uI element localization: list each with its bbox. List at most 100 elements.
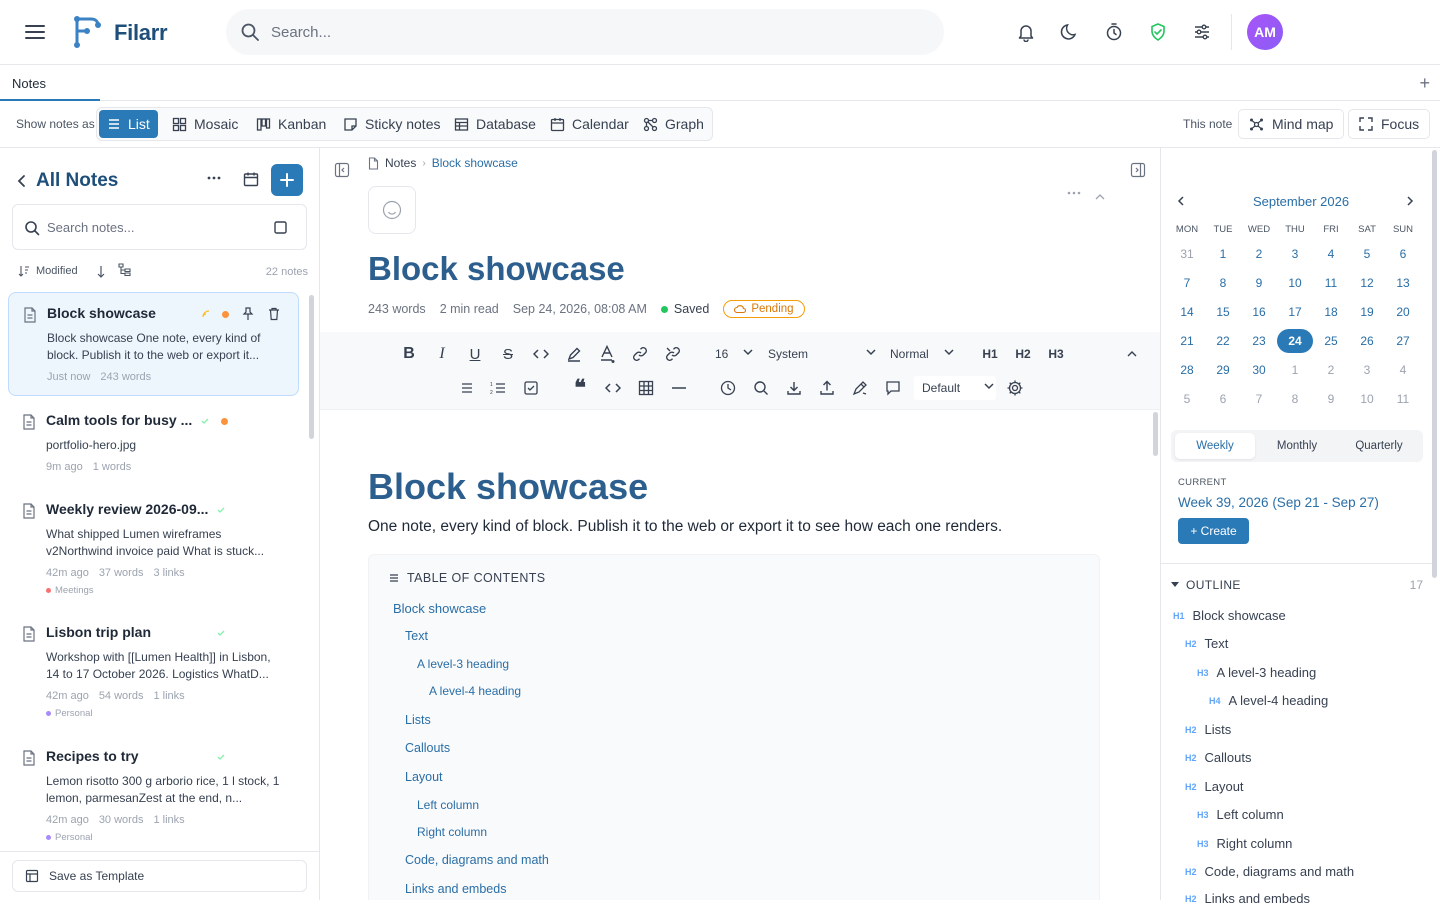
calendar-day[interactable]: 8 [1205,271,1241,295]
new-note-button[interactable] [271,164,303,196]
right-panel-scrollbar[interactable] [1432,150,1437,578]
strikethrough-button[interactable]: S [496,342,520,366]
toc-link[interactable]: Left column [417,798,479,812]
heading-1-button[interactable]: H1 [978,342,1002,366]
add-tab-icon[interactable]: + [1419,73,1430,94]
calendar-day[interactable]: 20 [1385,300,1421,324]
calendar-day[interactable]: 24 [1277,329,1313,353]
comment-icon[interactable] [881,376,905,400]
period-weekly[interactable]: Weekly [1175,433,1255,459]
avatar[interactable]: AM [1247,14,1283,50]
heading-2-button[interactable]: H2 [1011,342,1035,366]
view-graph-button[interactable]: Graph [635,110,712,138]
numbered-list-icon[interactable]: 12 [486,376,510,400]
view-database-button[interactable]: Database [446,110,544,138]
breadcrumb-current[interactable]: Block showcase [432,156,518,170]
toc-link[interactable]: Callouts [405,741,450,755]
bold-button[interactable]: B [397,342,421,366]
theme-select[interactable]: Default [914,376,996,400]
toc-link[interactable]: Links and embeds [405,882,506,896]
tab-notes[interactable]: Notes [0,65,100,101]
table-icon[interactable] [634,376,658,400]
editor-scrollbar[interactable] [1153,412,1158,456]
outline-header[interactable]: OUTLINE 17 [1171,578,1423,592]
breadcrumb-notes[interactable]: Notes [385,156,416,170]
global-search[interactable]: Search... [226,9,944,55]
outline-item[interactable]: H1 Block showcase [1173,608,1286,623]
outline-item[interactable]: H2 Callouts [1185,750,1251,765]
moon-icon[interactable] [1060,22,1080,42]
calendar-day[interactable]: 22 [1205,329,1241,353]
wiki-link-icon[interactable] [661,342,685,366]
block-style-select[interactable]: Normal [882,342,956,366]
trash-icon[interactable] [268,307,280,321]
calendar-day[interactable]: 31 [1169,242,1205,266]
calendar-day[interactable]: 4 [1385,358,1421,382]
underline-button[interactable]: U [463,342,487,366]
save-as-template-button[interactable]: Save as Template [12,860,307,892]
sliders-icon[interactable] [1192,22,1212,42]
note-card[interactable]: Block showcase Block showcase One note, … [8,292,299,396]
calendar-day[interactable]: 7 [1241,387,1277,411]
note-card[interactable]: Weekly review 2026-09... What shipped Lu… [8,489,299,601]
calendar-day[interactable]: 10 [1349,387,1385,411]
sidebar-scrollbar[interactable] [309,295,314,439]
timer-icon[interactable] [1104,22,1124,42]
chevron-up-icon[interactable] [1094,193,1106,201]
note-body[interactable]: Block showcase One note, every kind of b… [368,466,1128,536]
calendar-day[interactable]: 28 [1169,358,1205,382]
code-block-icon[interactable] [601,376,625,400]
settings-icon[interactable] [1003,376,1027,400]
calendar-day[interactable]: 2 [1241,242,1277,266]
draw-icon[interactable] [848,376,872,400]
font-family-select[interactable]: System [760,342,878,366]
text-color-icon[interactable] [595,342,619,366]
toc-link[interactable]: Code, diagrams and math [405,853,549,867]
sort-modified-button[interactable]: Modified [18,265,78,277]
calendar-day[interactable]: 27 [1385,329,1421,353]
calendar-day[interactable]: 13 [1385,271,1421,295]
calendar-day[interactable]: 12 [1349,271,1385,295]
outline-item[interactable]: H2 Lists [1185,722,1231,737]
more-options-icon[interactable] [206,170,222,186]
note-more-icon[interactable] [1066,190,1082,196]
outline-item[interactable]: H2 Links and embeds [1185,891,1310,906]
calendar-day[interactable]: 3 [1349,358,1385,382]
notes-search-input[interactable]: Search notes... [12,204,307,250]
calendar-day[interactable]: 29 [1205,358,1241,382]
outline-item[interactable]: H3 Left column [1197,807,1284,822]
calendar-day[interactable]: 8 [1277,387,1313,411]
inline-code-button[interactable] [529,342,553,366]
calendar-day[interactable]: 6 [1205,387,1241,411]
toc-link[interactable]: Block showcase [393,601,486,616]
sort-direction-icon[interactable] [96,265,106,279]
calendar-day[interactable]: 17 [1277,300,1313,324]
collapse-right-panel-icon[interactable] [1130,162,1146,178]
toc-link[interactable]: Text [405,629,428,643]
calendar-day[interactable]: 26 [1349,329,1385,353]
note-title[interactable]: Block showcase [368,250,625,288]
view-calendar-button[interactable]: Calendar [542,110,637,138]
outline-item[interactable]: H3 A level-3 heading [1197,665,1316,680]
calendar-day[interactable]: 23 [1241,329,1277,353]
toc-link[interactable]: Layout [405,770,443,784]
period-quarterly[interactable]: Quarterly [1339,433,1419,459]
bell-icon[interactable] [1016,22,1036,42]
calendar-day[interactable]: 9 [1313,387,1349,411]
all-notes-header[interactable]: All Notes [16,170,118,192]
note-card[interactable]: Lisbon trip plan Workshop with [[Lumen H… [8,612,299,724]
mind-map-button[interactable]: Mind map [1238,109,1345,139]
toc-link[interactable]: A level-3 heading [417,657,509,671]
divider-icon[interactable] [667,376,691,400]
focus-button[interactable]: Focus [1348,109,1431,139]
calendar-day[interactable]: 1 [1277,358,1313,382]
calendar-day[interactable]: 1 [1205,242,1241,266]
highlighter-icon[interactable] [562,342,586,366]
font-size-select[interactable]: 16 [707,342,755,366]
calendar-day[interactable]: 10 [1277,271,1313,295]
chevron-left-icon[interactable] [16,174,28,188]
share-icon[interactable] [815,376,839,400]
bullet-list-icon[interactable] [454,376,478,400]
history-icon[interactable] [716,376,740,400]
calendar-day[interactable]: 6 [1385,242,1421,266]
